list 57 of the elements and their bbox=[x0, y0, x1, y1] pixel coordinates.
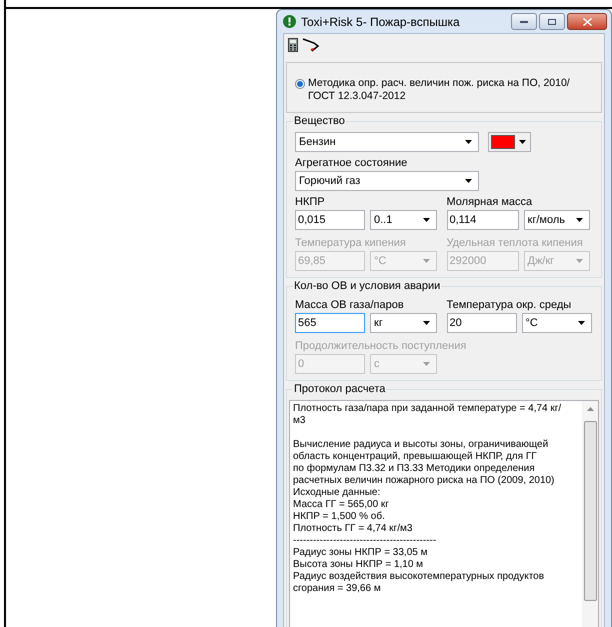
input-field[interactable]: 0,015 bbox=[295, 210, 365, 230]
scrollbar[interactable] bbox=[582, 401, 598, 627]
protocol-line: Высота зоны НКПР = 1,10 м bbox=[293, 559, 424, 571]
protocol-line: НКПР = 1,500 % об. bbox=[293, 511, 386, 523]
dropdown-caret-icon bbox=[423, 321, 430, 325]
input-field[interactable]: 20 bbox=[446, 313, 516, 333]
protocol-line: Радиус зоны НКПР = 33,05 м bbox=[293, 547, 428, 559]
unit-dropdown[interactable]: 0..1 bbox=[370, 210, 437, 230]
color-picker[interactable] bbox=[488, 132, 531, 152]
dropdown-caret-icon bbox=[576, 218, 582, 222]
field-label: Продолжительность поступления bbox=[295, 340, 468, 353]
unit-dropdown[interactable]: кг bbox=[370, 313, 437, 333]
pointer-icon[interactable] bbox=[302, 38, 320, 52]
radio-label[interactable]: Методика опр. расч. величин пож. риска на ПО, 2010/ ГОСТ 12.3.047-2012 bbox=[308, 77, 588, 103]
minimize-button[interactable] bbox=[511, 13, 537, 30]
field-label: Агрегатное состояние bbox=[295, 157, 408, 170]
field-label: Удельная теплота кипения bbox=[446, 237, 584, 250]
dropdown-caret-icon bbox=[423, 218, 430, 222]
field-label: Молярная масса bbox=[446, 196, 534, 209]
group-title: Вещество bbox=[293, 114, 346, 128]
dropdown-caret-icon bbox=[423, 362, 430, 366]
input-field[interactable]: 565 bbox=[295, 313, 365, 333]
radio-button[interactable] bbox=[295, 79, 305, 89]
state-dropdown[interactable]: Горючий газ bbox=[295, 171, 479, 191]
group-title: Протокол расчета bbox=[293, 382, 386, 396]
field-label: Температура кипения bbox=[295, 237, 407, 250]
close-icon bbox=[582, 18, 592, 26]
field-label: НКПР bbox=[295, 196, 326, 209]
input-field[interactable]: 0,114 bbox=[446, 210, 518, 230]
protocol-line: Масса ГГ = 565,00 кг bbox=[293, 499, 390, 511]
substance-dropdown[interactable]: Бензин bbox=[295, 132, 479, 152]
dropdown-caret-icon bbox=[519, 140, 526, 144]
field-label: Масса ОВ газа/паров bbox=[295, 299, 405, 312]
group-title: Кол-во ОВ и условия аварии bbox=[293, 279, 442, 293]
dropdown-caret-icon bbox=[423, 259, 430, 263]
unit-dropdown[interactable]: °C bbox=[522, 313, 592, 333]
protocol-line: Радиус воздействия высокотемпературных продуктов сгорания = 39,66 м bbox=[293, 571, 546, 595]
app-icon bbox=[283, 15, 296, 28]
protocol-line: расчетных величин пожарного риска на ПО (2009, 2010) bbox=[293, 475, 556, 487]
window-title: Toxi+Risk 5- Пожар-вспышка bbox=[301, 14, 460, 30]
field-label: Температура окр. среды bbox=[446, 299, 572, 312]
protocol-line: ------------------------------------------- bbox=[293, 535, 438, 547]
protocol-line: Вычисление радиуса и высоты зоны, ограничивающей bbox=[293, 439, 550, 451]
protocol-line: по формулам П3.32 и П3.33 Методики определения bbox=[293, 463, 536, 475]
close-button[interactable] bbox=[567, 13, 607, 30]
protocol-line: Исходные данные: bbox=[293, 487, 382, 499]
protocol-line: Плотность ГГ = 4,74 кг/м3 bbox=[293, 523, 414, 535]
dropdown-caret-icon bbox=[578, 321, 584, 325]
scroll-up-icon[interactable] bbox=[586, 407, 594, 411]
unit-dropdown[interactable]: кг/моль bbox=[524, 210, 590, 230]
dropdown-caret-icon bbox=[465, 140, 472, 144]
maximize-button[interactable] bbox=[539, 13, 565, 30]
dropdown-caret-icon bbox=[465, 179, 472, 183]
protocol-line: область концентраций, превышающей НКПР, для ГГ bbox=[293, 451, 538, 463]
dropdown-caret-icon bbox=[576, 259, 582, 263]
protocol-line: Плотность газа/пара при заданной температуре = 4,74 кг/м3 bbox=[293, 403, 562, 427]
calculator-icon[interactable] bbox=[288, 38, 298, 52]
